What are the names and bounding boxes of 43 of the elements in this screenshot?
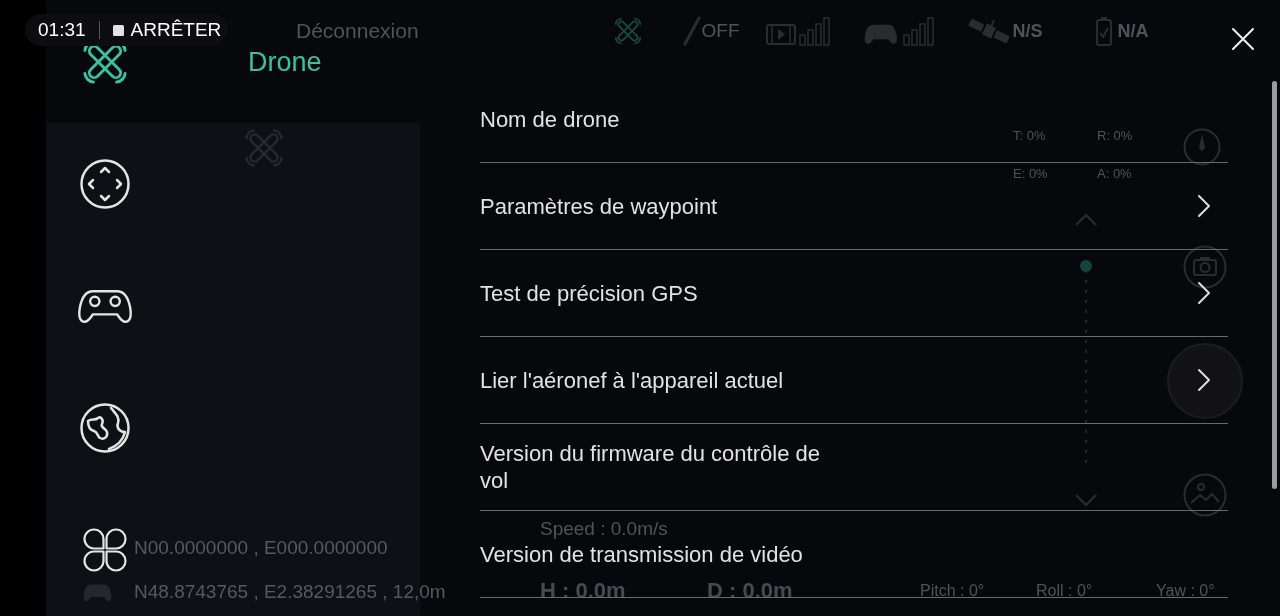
propeller-icon [682,16,701,46]
settings-item[interactable]: Version de transmission de vidéo [480,540,803,568]
gps-status: N/S [1012,19,1043,43]
slider-thumb[interactable] [1080,260,1092,272]
video-signal-icon [765,16,833,46]
stop-icon[interactable] [112,24,124,36]
settings-item[interactable]: Version du firmware du contrôle de vol [480,440,835,494]
drone-icon [613,17,642,45]
gamepad-icon [83,582,112,602]
satellite-icon [967,16,1010,46]
attitude-reading: A: 0% [1097,166,1133,181]
globe-icon[interactable] [80,403,130,453]
settings-item[interactable]: Nom de drone [480,105,620,133]
gallery-icon [1183,473,1227,517]
connection-status: Déconnexion [296,18,419,45]
drone-icon [244,128,284,168]
chevron-up-icon [1074,213,1098,227]
stop-recording-link[interactable]: ARRÊTER [130,19,222,41]
panel-title: Drone [248,48,322,76]
chevron-down-icon [1074,493,1098,507]
telemetry-reading: Yaw : 0° [1156,581,1215,601]
direction-pad-icon[interactable] [80,159,130,209]
recording-time: 01:31 [38,19,86,41]
close-icon[interactable] [1231,27,1255,51]
motor-status: OFF [701,18,740,43]
gamepad-icon[interactable] [76,287,134,325]
controller-signal-icon [863,16,937,46]
settings-item[interactable]: Paramètres de waypoint [480,192,718,220]
attitude-reading: T: 0% [1013,128,1047,143]
settings-item[interactable]: Test de précision GPS [480,279,698,307]
telemetry-reading: Pitch : 0° [920,581,985,601]
coordinates-text: N00.0000000 , E000.0000000 [134,536,388,560]
telemetry-reading: Roll : 0° [1036,581,1093,601]
attitude-reading: E: 0% [1013,166,1049,181]
four-petal-icon[interactable] [83,528,127,572]
camera-icon [1183,245,1227,289]
attitude-reading: R: 0% [1097,128,1133,143]
battery-status: N/A [1117,19,1149,43]
speed-reading: Speed : 0.0m/s [540,519,668,539]
coordinates-text: N48.8743765 , E2.38291265 , 12,0m [134,580,446,604]
battery-icon [1095,16,1112,46]
compass-icon [1183,128,1221,166]
settings-item[interactable]: Lier l'aéronef à l'appareil actuel [480,366,784,394]
